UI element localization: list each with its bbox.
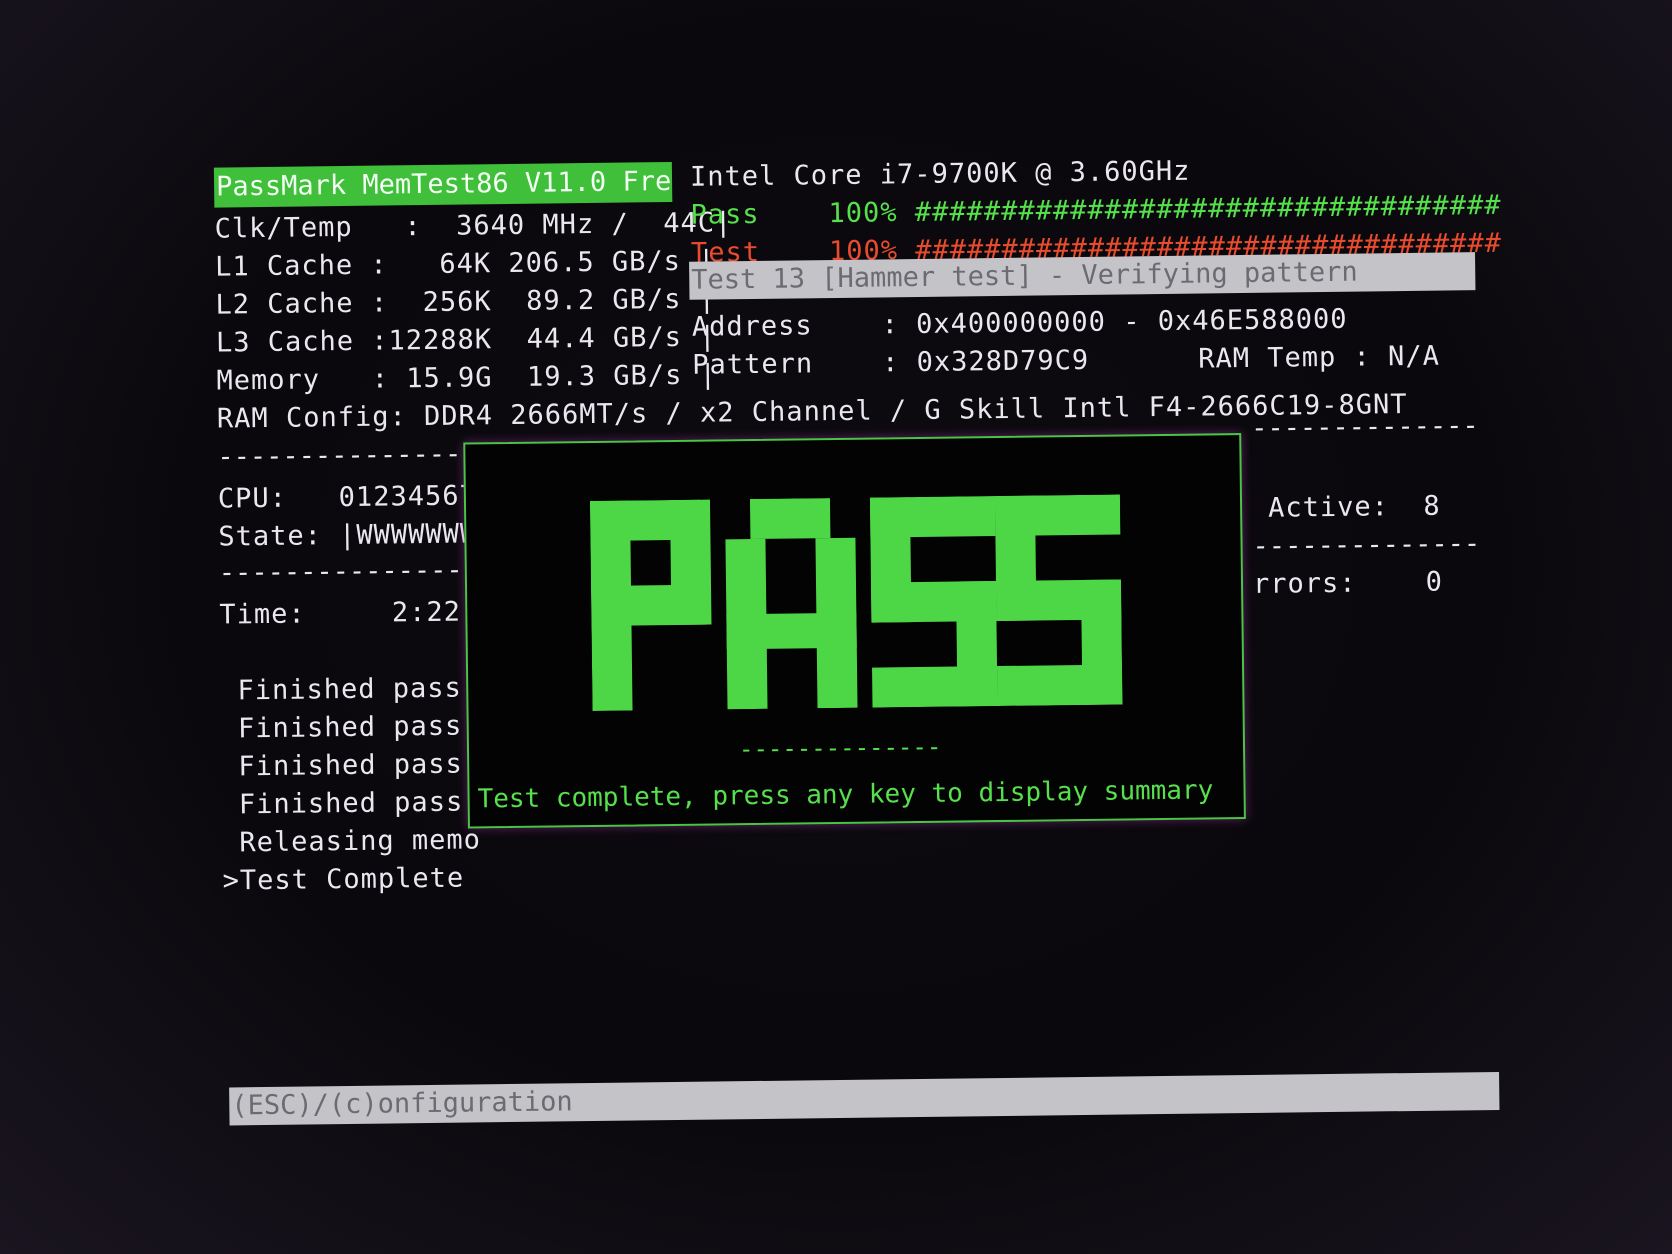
error-count: rrors: 0	[1252, 566, 1444, 600]
l3-cache: L3 Cache :12288K 44.4 GB/s |	[215, 321, 717, 359]
l2-cache: L2 Cache : 256K 89.2 GB/s |	[215, 283, 717, 321]
cpu-state: State: |WWWWWWW	[218, 518, 478, 553]
log-line: Finished pass	[220, 672, 463, 707]
right-separator-top: ---------------	[1251, 416, 1482, 439]
active-cores: Active: 8	[1267, 490, 1441, 524]
memtest-screen: PassMark MemTest86 V11.0 Free Intel Core…	[0, 0, 1672, 1254]
l1-cache: L1 Cache : 64K 206.5 GB/s |	[214, 245, 716, 283]
log-line: Releasing memo	[221, 824, 482, 859]
app-title: PassMark MemTest86 V11.0 Free	[213, 161, 673, 208]
log-line: Finished pass	[221, 786, 464, 821]
pass-label: Pass	[690, 198, 760, 231]
cpu-name: Intel Core i7-9700K @ 3.60GHz	[689, 155, 1191, 193]
dialog-separator: --------------	[738, 732, 942, 764]
pass-progress-bar: ##################################	[914, 189, 1502, 229]
ram-temp: RAM Temp : N/A	[1198, 340, 1441, 375]
pass-percent: 100%	[828, 197, 898, 230]
address-range: Address : 0x400000000 - 0x46E588000	[691, 303, 1348, 343]
cpu-cores: CPU: 01234567	[217, 480, 477, 515]
left-separator-bottom: ---------------	[218, 560, 459, 584]
result-dialog[interactable]: -------------- Test complete, press any …	[463, 433, 1246, 829]
test-pattern: Pattern : 0x328D79C9	[692, 344, 1090, 381]
right-separator-bottom: ---------------	[1252, 534, 1483, 557]
footer-hint-bar[interactable]: (ESC)/(c)onfiguration	[229, 1071, 1500, 1126]
log-line-current: >Test Complete	[222, 862, 465, 897]
elapsed-time: Time: 2:22:	[219, 596, 479, 631]
pass-banner-icon	[589, 494, 1123, 711]
clk-temp: Clk/Temp : 3640 MHz / 44C|	[214, 207, 733, 245]
dialog-message: Test complete, press any key to display …	[477, 775, 1214, 815]
left-separator-top: ---------------	[217, 444, 458, 468]
log-line: Finished pass	[220, 710, 463, 745]
log-line: Finished pass	[221, 748, 463, 783]
memory-info: Memory : 15.9G 19.3 GB/s |	[216, 359, 718, 397]
